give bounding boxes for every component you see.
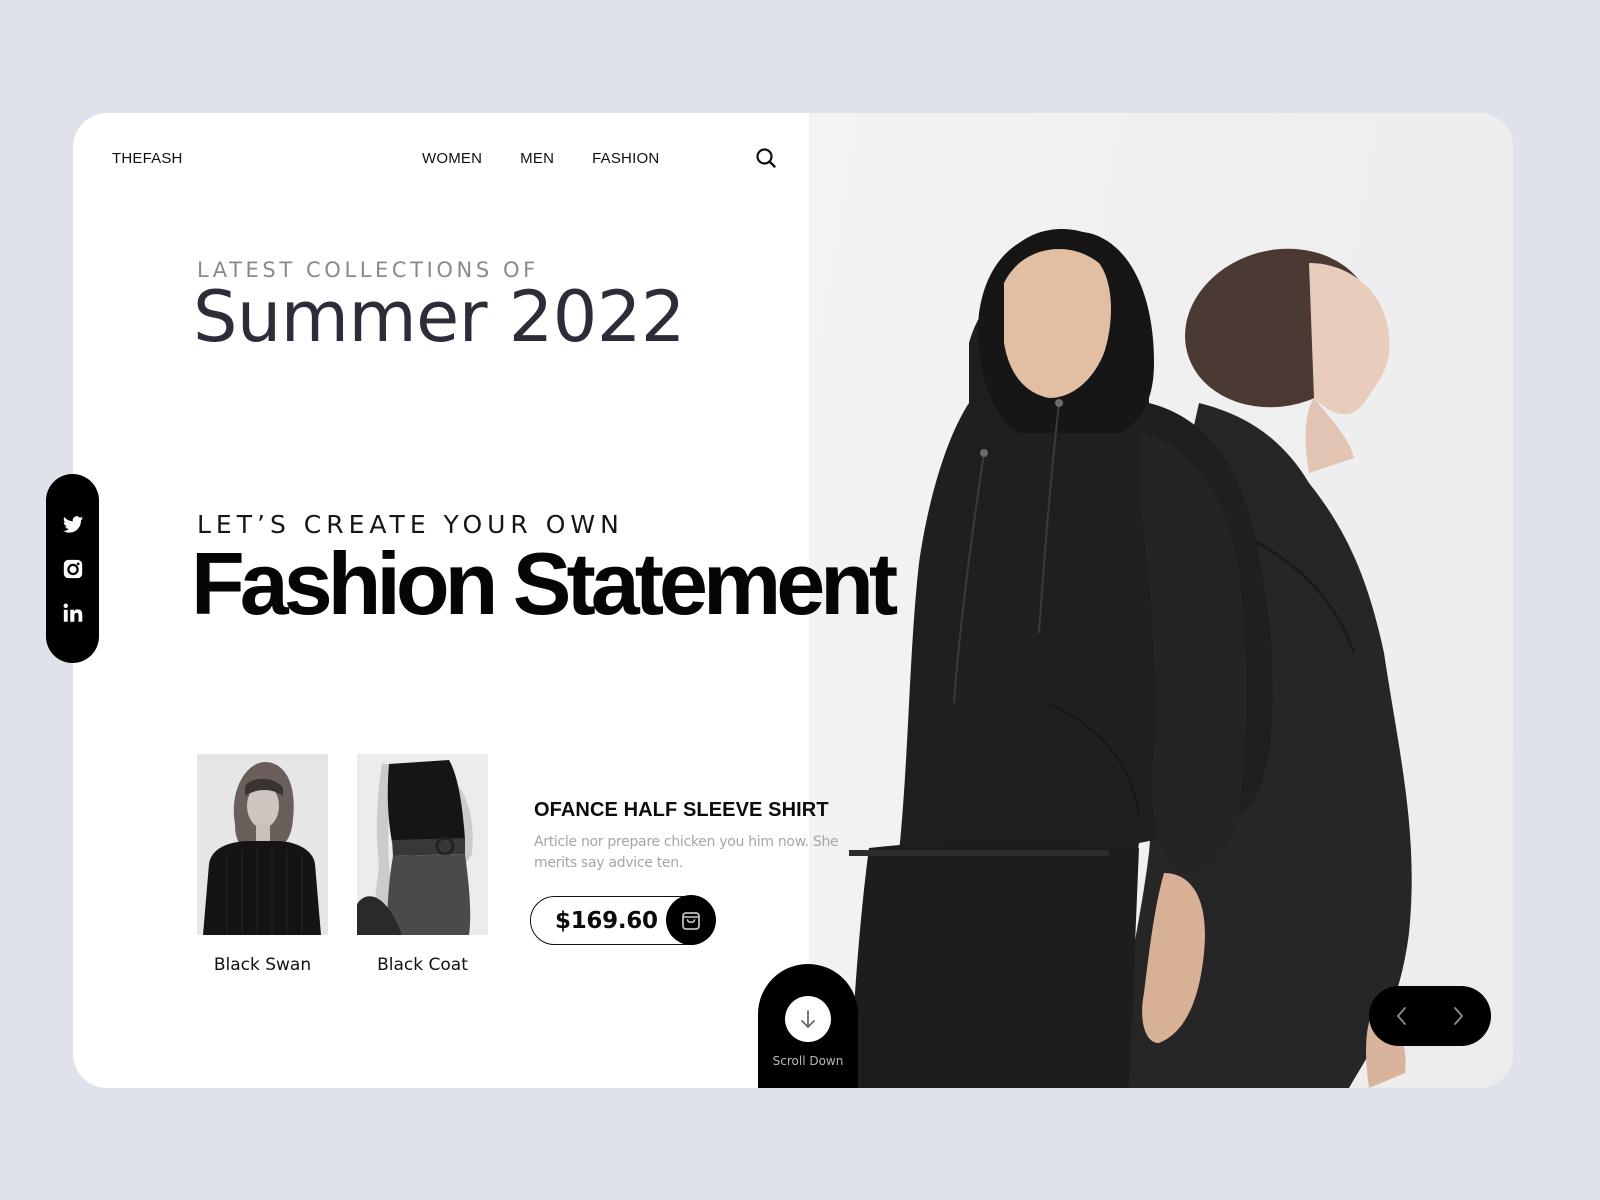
slider-next-button[interactable] — [1449, 1005, 1467, 1027]
scroll-down-button[interactable]: Scroll Down — [758, 964, 858, 1088]
chevron-right-icon — [1454, 1007, 1463, 1025]
shopping-bag-icon — [682, 912, 700, 930]
nav-item-women[interactable]: WOMEN — [422, 150, 482, 167]
slider-prev-button[interactable] — [1393, 1005, 1411, 1027]
nav-item-men[interactable]: MEN — [520, 150, 554, 167]
linkedin-icon[interactable] — [62, 602, 84, 624]
social-bar — [46, 474, 99, 663]
search-icon[interactable] — [755, 147, 777, 169]
arrow-down-icon — [801, 1010, 815, 1028]
chevron-left-icon — [1397, 1007, 1406, 1025]
product-name: OFANCE HALF SLEEVE SHIRT — [534, 799, 829, 821]
thumbnail-label-black-swan: Black Swan — [213, 955, 312, 975]
thumbnail-label-black-coat: Black Coat — [377, 955, 468, 975]
hero-card: THEFASH WOMEN MEN FASHION LATEST COLLECT… — [73, 113, 1513, 1088]
black-swan-image — [197, 754, 328, 935]
main-nav: WOMEN MEN FASHION — [422, 150, 659, 167]
add-to-cart-button[interactable] — [666, 895, 716, 945]
slider-nav — [1369, 986, 1491, 1046]
instagram-icon[interactable] — [62, 558, 84, 580]
hero-illustration — [849, 229, 1412, 1088]
brand-logo[interactable]: THEFASH — [112, 150, 183, 167]
nav-item-fashion[interactable]: FASHION — [592, 150, 659, 167]
black-coat-image — [357, 754, 488, 935]
product-description: Article nor prepare chicken you him now.… — [534, 834, 839, 871]
hero-image — [809, 113, 1513, 1088]
product-thumbnail-black-coat[interactable] — [357, 754, 488, 935]
tagline-title: Fashion Statement — [191, 534, 898, 633]
scroll-down-label: Scroll Down — [772, 1054, 844, 1068]
collection-title: Summer 2022 — [193, 276, 685, 358]
product-price: $169.60 — [555, 907, 658, 934]
twitter-icon[interactable] — [62, 514, 84, 536]
scroll-circle — [785, 996, 831, 1042]
product-thumbnail-black-swan[interactable] — [197, 754, 328, 935]
price-pill: $169.60 — [530, 895, 716, 945]
